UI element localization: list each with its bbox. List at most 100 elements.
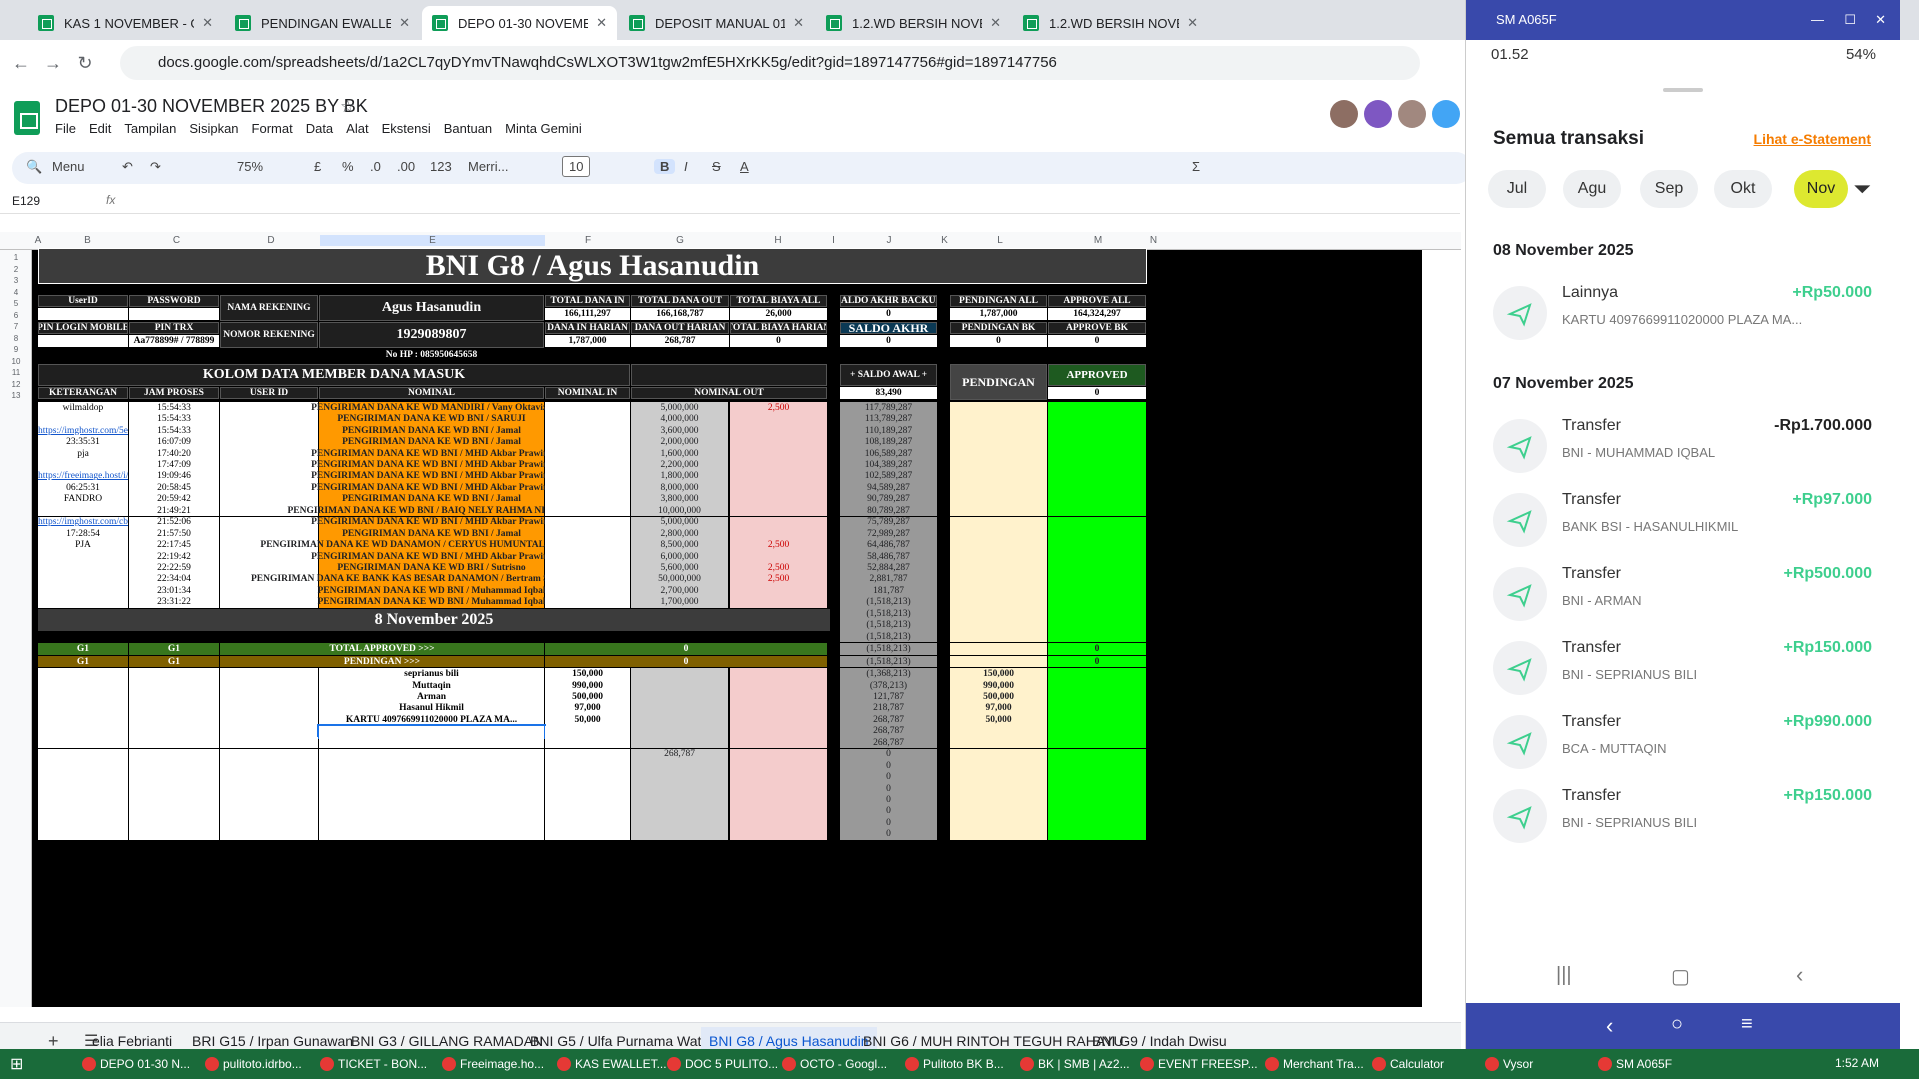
table-cell[interactable] — [950, 608, 1047, 620]
table-cell[interactable]: 5,000,000 — [631, 516, 728, 528]
table-cell[interactable]: PJA — [38, 539, 128, 551]
table-cell[interactable] — [950, 725, 1047, 738]
table-cell[interactable]: 23:01:34 — [129, 585, 219, 597]
row-header[interactable]: 5 — [0, 299, 32, 308]
table-cell[interactable]: 108,189,287 — [840, 436, 937, 448]
table-cell[interactable] — [730, 505, 827, 517]
table-cell[interactable] — [545, 516, 630, 528]
cell[interactable] — [545, 771, 630, 783]
table-cell[interactable]: FANDRO — [38, 493, 128, 506]
table-cell[interactable] — [1048, 436, 1146, 448]
row-header[interactable]: 10 — [0, 357, 32, 366]
menu-item[interactable]: Alat — [346, 121, 368, 136]
table-cell[interactable] — [730, 725, 827, 738]
cell[interactable] — [129, 308, 219, 320]
table-cell[interactable] — [631, 805, 728, 818]
transaction-item[interactable]: Transfer BNI - SEPRIANUS BILI +Rp150.000 — [1466, 775, 1900, 855]
table-cell[interactable] — [220, 402, 318, 414]
cell[interactable]: 0 — [1048, 335, 1146, 347]
table-cell[interactable] — [220, 585, 318, 597]
cell[interactable] — [129, 679, 219, 692]
table-cell[interactable] — [1048, 714, 1146, 726]
taskbar-item[interactable]: DEPO 01-30 N... — [80, 1054, 190, 1074]
table-cell[interactable]: PENGIRIMAN DANA KE WD BNI / MHD Akbar Pr… — [311, 516, 552, 528]
table-cell[interactable]: https://imghostr.com/5e83a1 — [38, 424, 128, 437]
menu-item[interactable]: Data — [306, 121, 333, 136]
table-cell[interactable] — [950, 539, 1047, 551]
table-cell[interactable] — [730, 782, 827, 795]
table-cell[interactable] — [1048, 748, 1146, 760]
cell[interactable] — [631, 364, 827, 386]
avatar[interactable] — [1364, 100, 1392, 128]
table-cell[interactable] — [631, 702, 728, 715]
table-cell[interactable]: 2,500 — [730, 562, 827, 574]
taskbar-item[interactable]: DOC 5 PULITO... — [665, 1054, 778, 1074]
table-cell[interactable] — [1048, 828, 1146, 841]
table-cell[interactable]: 22:22:59 — [129, 562, 219, 574]
table-cell[interactable] — [1048, 619, 1146, 631]
menu-item[interactable]: File — [55, 121, 76, 136]
table-cell[interactable] — [950, 470, 1047, 483]
cell[interactable]: SALDO AKHR — [840, 322, 937, 334]
transaction-item[interactable]: Transfer BNI - ARMAN +Rp500.000 — [1466, 553, 1900, 633]
table-cell[interactable]: PENGIRIMAN DANA KE WD BNI / MHD Akbar Pr… — [311, 470, 552, 483]
table-cell[interactable] — [1048, 702, 1146, 715]
table-cell[interactable]: 0 — [840, 759, 937, 772]
undo-icon[interactable]: ↶ — [122, 159, 133, 175]
table-cell[interactable]: 80,789,287 — [840, 505, 937, 517]
table-cell[interactable]: seprianus bili — [319, 668, 544, 680]
cell[interactable] — [129, 805, 219, 818]
transaction-item[interactable]: Lainnya KARTU 4097669911020000 PLAZA MA..… — [1466, 272, 1900, 352]
table-cell[interactable] — [545, 459, 630, 471]
table-cell[interactable]: 72,989,287 — [840, 527, 937, 540]
table-cell[interactable] — [950, 737, 1047, 749]
table-cell[interactable] — [631, 679, 728, 692]
table-cell[interactable] — [1048, 402, 1146, 414]
cell[interactable] — [129, 794, 219, 806]
cell[interactable]: SALDO AKHR BACKUP — [840, 295, 937, 307]
row-header[interactable]: 4 — [0, 288, 32, 297]
table-cell[interactable]: 17:47:09 — [129, 459, 219, 471]
table-cell[interactable]: 22:19:42 — [129, 550, 219, 563]
cell[interactable] — [38, 748, 128, 760]
table-cell[interactable]: 0 — [840, 771, 937, 783]
cell[interactable] — [38, 794, 128, 806]
table-cell[interactable] — [1048, 447, 1146, 460]
cell[interactable] — [545, 782, 630, 795]
table-cell[interactable] — [220, 596, 318, 609]
table-cell[interactable] — [545, 539, 630, 551]
table-cell[interactable] — [950, 402, 1047, 414]
table-cell[interactable] — [545, 596, 630, 609]
cell[interactable] — [220, 759, 318, 772]
table-cell[interactable] — [1048, 573, 1146, 586]
table-cell[interactable] — [950, 562, 1047, 574]
cell[interactable] — [950, 643, 1047, 655]
table-cell[interactable] — [1048, 539, 1146, 551]
cell[interactable]: 166,168,787 — [631, 308, 729, 320]
cell[interactable]: 166,111,297 — [545, 308, 630, 320]
table-cell[interactable] — [950, 759, 1047, 772]
cell[interactable]: 0 — [840, 335, 937, 347]
reload-icon[interactable]: ↻ — [72, 50, 98, 76]
cell[interactable] — [319, 828, 544, 841]
table-cell[interactable]: 181,787 — [840, 585, 937, 597]
cell[interactable]: 1,787,000 — [950, 308, 1047, 320]
row-header[interactable]: 12 — [0, 380, 32, 389]
cell[interactable] — [545, 759, 630, 772]
table-cell[interactable] — [631, 737, 728, 749]
table-cell[interactable] — [545, 585, 630, 597]
table-cell[interactable] — [950, 493, 1047, 506]
table-cell[interactable] — [220, 516, 318, 528]
table-cell[interactable]: PENGIRIMAN DANA KE BANK KAS BESAR DANAMO… — [251, 573, 612, 586]
table-cell[interactable]: 500,000 — [950, 691, 1047, 703]
table-cell[interactable]: 104,389,287 — [840, 459, 937, 471]
table-cell[interactable] — [545, 550, 630, 563]
bold-button[interactable]: B — [654, 159, 676, 174]
cell[interactable] — [38, 308, 128, 320]
close-tab-icon[interactable]: ✕ — [793, 15, 804, 31]
table-cell[interactable]: 121,787 — [840, 691, 937, 703]
table-cell[interactable] — [730, 668, 827, 680]
table-cell[interactable] — [220, 493, 318, 506]
table-cell[interactable]: PENGIRIMAN DANA KE WD BNI / MHD Akbar Pr… — [311, 447, 552, 460]
cell[interactable] — [38, 805, 128, 818]
